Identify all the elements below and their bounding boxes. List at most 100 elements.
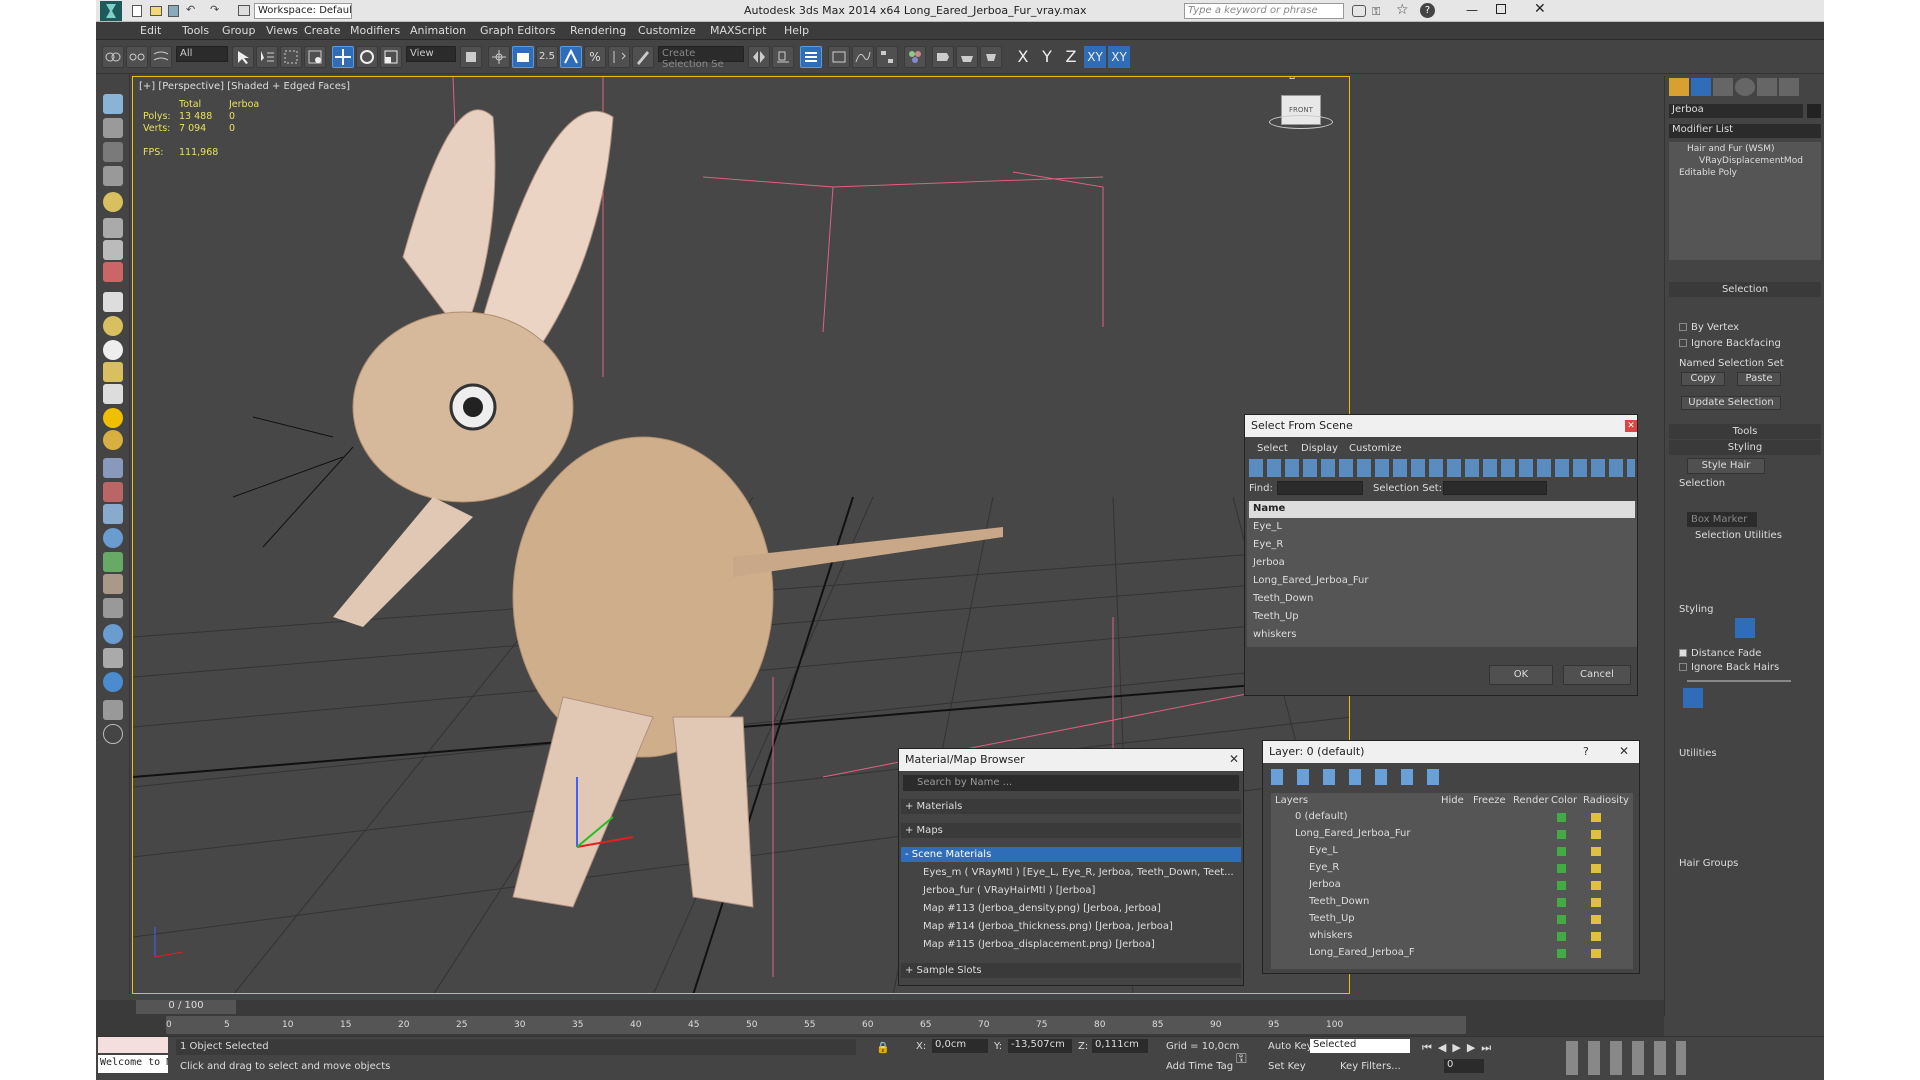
stack-item[interactable]: VRayDisplacementMod [1699, 156, 1803, 166]
sun-icon[interactable] [103, 408, 123, 428]
hierarchy-tab-icon[interactable] [1713, 78, 1733, 96]
sphere-yellow-icon[interactable] [103, 316, 123, 336]
selection-filter-dropdown[interactable]: All [176, 46, 228, 62]
binoculars-icon[interactable] [1352, 5, 1366, 17]
curve-editor-icon[interactable] [852, 46, 874, 68]
ignore-backfacing-checkbox[interactable]: Ignore Backfacing [1675, 336, 1785, 351]
paste-button[interactable]: Paste [1737, 372, 1781, 386]
box-icon[interactable] [103, 142, 123, 162]
link-icon[interactable] [102, 46, 124, 68]
close-button[interactable]: ✕ [1534, 1, 1546, 17]
hair-tool-active-icon[interactable] [1683, 688, 1703, 708]
key-filters-button[interactable]: Key Filters... [1340, 1061, 1401, 1072]
create-tab-icon[interactable] [1669, 78, 1689, 96]
reference-coordinate-dropdown[interactable]: View [406, 46, 456, 62]
globe-icon[interactable] [103, 624, 123, 644]
open-file-icon[interactable] [150, 6, 162, 16]
snaps-toggle-icon[interactable]: 2.5 [536, 46, 558, 68]
environment-icon[interactable] [103, 672, 123, 692]
restrict-z-button[interactable]: Z [1060, 46, 1082, 68]
jerboa-model[interactable] [232, 109, 1003, 908]
hair-icon[interactable] [103, 574, 123, 594]
modifier-list-dropdown[interactable]: Modifier List [1669, 124, 1821, 138]
menu-customize[interactable]: Customize [1349, 443, 1402, 454]
restrict-plane-cycle-button[interactable]: XY [1108, 46, 1130, 68]
window-crossing-icon[interactable] [304, 46, 326, 68]
menu-tools[interactable]: Tools [182, 24, 209, 37]
restrict-y-button[interactable]: Y [1036, 46, 1058, 68]
list-item[interactable]: Teeth_Up [1249, 609, 1635, 626]
dialog-close-button[interactable]: ✕ [1625, 420, 1637, 432]
restrict-x-button[interactable]: X [1012, 46, 1034, 68]
stack-item[interactable]: Hair and Fur (WSM) [1687, 144, 1775, 154]
scatter-icon[interactable] [103, 598, 123, 618]
select-scale-icon[interactable] [380, 46, 402, 68]
key-filter-selected-dropdown[interactable]: Selected [1310, 1039, 1410, 1053]
utilities-tab-icon[interactable] [1779, 78, 1799, 96]
bind-spacewarp-icon[interactable] [150, 46, 172, 68]
bone-icon[interactable] [103, 504, 123, 524]
col-radiosity[interactable]: Radiosity [1583, 795, 1629, 806]
minimize-button[interactable]: — [1466, 3, 1478, 17]
select-move-icon[interactable] [332, 46, 354, 68]
col-render[interactable]: Render [1513, 795, 1549, 806]
camera-icon[interactable] [103, 218, 123, 238]
undo-icon[interactable]: ↶ [186, 3, 195, 16]
time-slider[interactable]: 0 / 100 [136, 1000, 236, 1014]
materials-group[interactable]: + Materials [901, 799, 1241, 814]
distance-fade-checkbox[interactable]: Distance Fade [1675, 646, 1765, 661]
angle-snap-icon[interactable] [560, 46, 582, 68]
app-logo-icon[interactable] [100, 1, 122, 21]
light-icon[interactable] [103, 192, 123, 212]
styling-tool-active-icon[interactable] [1735, 618, 1755, 638]
col-layers[interactable]: Layers [1275, 795, 1308, 806]
scene-materials-group[interactable]: - Scene Materials [901, 847, 1241, 862]
brush-size-slider[interactable] [1687, 680, 1791, 682]
layer-row[interactable]: Jerboa [1309, 879, 1341, 890]
material-editor-icon[interactable] [904, 46, 926, 68]
restrict-xy-button[interactable]: XY [1084, 46, 1106, 68]
name-column-header[interactable]: Name [1249, 501, 1635, 518]
layer-row[interactable]: Long_Eared_Jerboa_Fur [1295, 828, 1411, 839]
named-selection-set-dropdown[interactable]: Create Selection Se [658, 46, 744, 70]
sphere-blue-icon[interactable] [103, 528, 123, 548]
render-icon[interactable] [103, 118, 123, 138]
update-selection-button[interactable]: Update Selection [1681, 396, 1781, 410]
help-icon[interactable]: ? [1420, 3, 1435, 18]
star-icon[interactable]: ☆ [1396, 2, 1409, 18]
add-time-tag-button[interactable]: Add Time Tag [1166, 1061, 1233, 1072]
menu-modifiers[interactable]: Modifiers [350, 24, 400, 37]
cone-icon[interactable] [103, 362, 123, 382]
y-coordinate-input[interactable]: -13,507cm [1008, 1039, 1072, 1053]
object-name-input[interactable]: Jerboa [1669, 104, 1803, 118]
sphere-white-icon[interactable] [103, 340, 123, 360]
material-item[interactable]: Map #113 (Jerboa_density.png) [Jerboa, J… [919, 901, 1241, 916]
script-icon[interactable] [103, 700, 123, 720]
col-hide[interactable]: Hide [1441, 795, 1464, 806]
menu-select[interactable]: Select [1257, 443, 1288, 454]
spinner-snap-icon[interactable] [608, 46, 630, 68]
workspace-dropdown[interactable]: Workspace: Default [254, 3, 352, 19]
layer-row[interactable]: Teeth_Up [1309, 913, 1355, 924]
layer-row[interactable]: Teeth_Down [1309, 896, 1369, 907]
layer-manager-icon[interactable] [800, 46, 822, 68]
maxscript-listener[interactable]: Welcome to M [98, 1055, 168, 1073]
sample-slots-group[interactable]: + Sample Slots [901, 963, 1241, 978]
percent-snap-icon[interactable]: % [584, 46, 606, 68]
rendered-frame-window-icon[interactable] [956, 46, 978, 68]
search-input[interactable]: Type a keyword or phrase [1184, 3, 1344, 19]
style-hair-button[interactable]: Style Hair [1687, 458, 1765, 474]
col-freeze[interactable]: Freeze [1473, 795, 1506, 806]
foliage-icon[interactable] [103, 552, 123, 572]
maxscript-mini-listener[interactable] [98, 1037, 168, 1053]
help-circle-icon[interactable] [103, 724, 123, 744]
stack-item[interactable]: Editable Poly [1679, 168, 1737, 178]
manipulate-icon[interactable] [488, 46, 510, 68]
list-item[interactable]: whiskers [1249, 627, 1635, 644]
list-item[interactable]: Eye_R [1249, 537, 1635, 554]
select-by-name-icon[interactable] [256, 46, 278, 68]
maps-group[interactable]: + Maps [901, 823, 1241, 838]
menu-graph-editors[interactable]: Graph Editors [480, 24, 556, 37]
pivot-center-icon[interactable] [460, 46, 482, 68]
modify-tab-icon[interactable] [1691, 78, 1711, 96]
